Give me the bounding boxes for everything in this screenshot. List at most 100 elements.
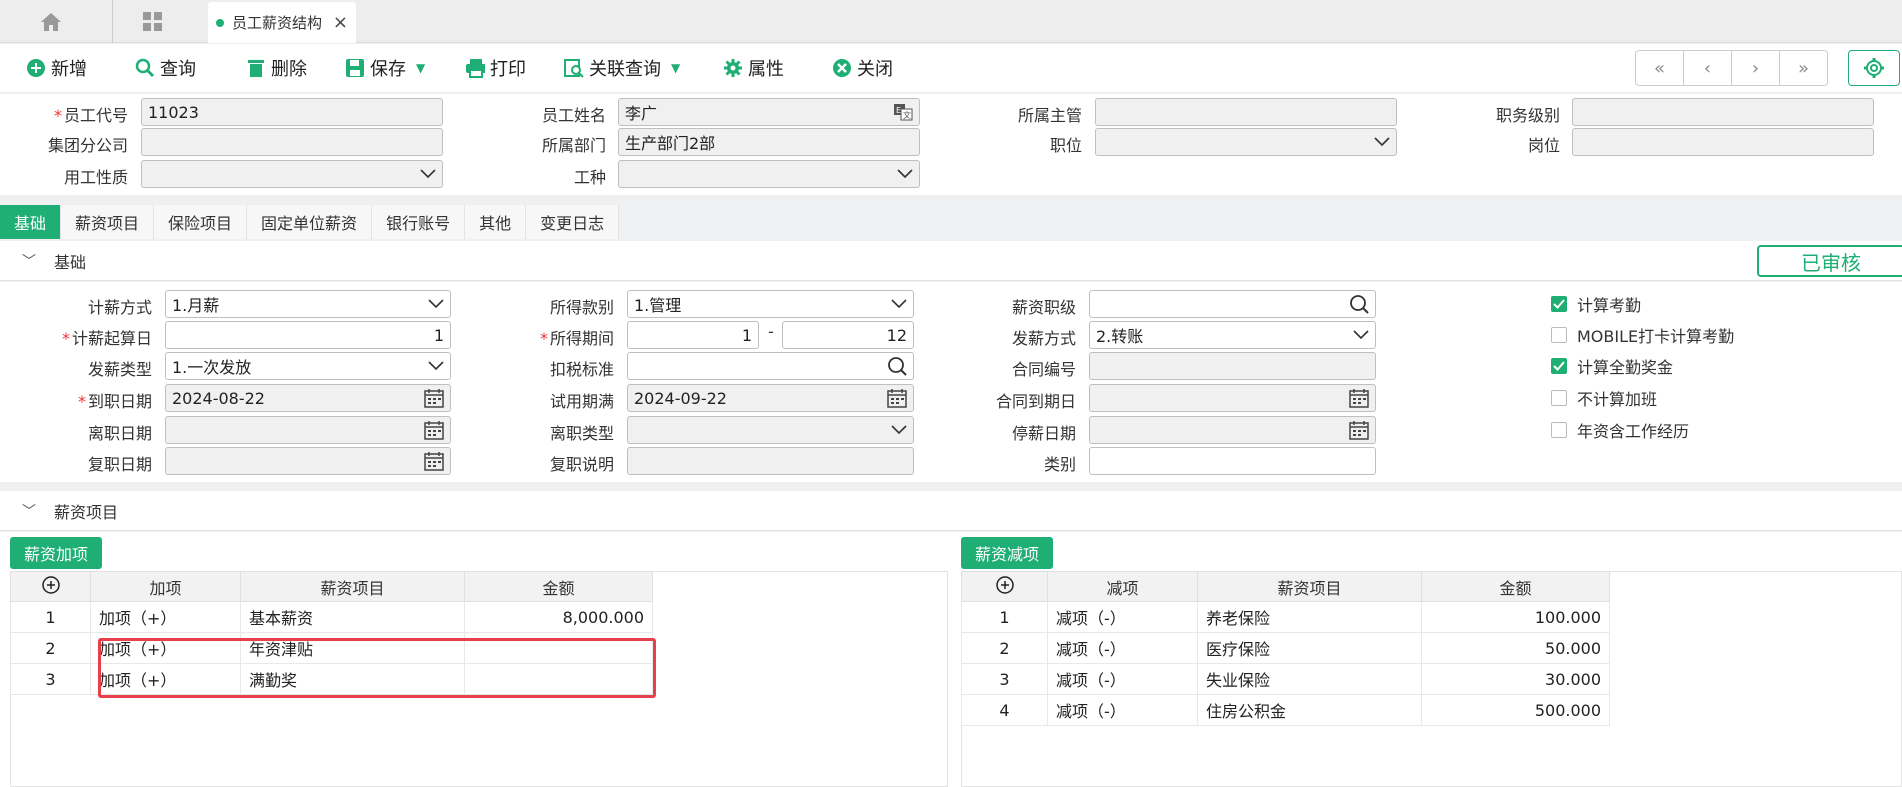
tab-label: 员工薪资结构 [232,14,323,32]
search-button[interactable]: 查询 [135,44,196,92]
calendar-icon[interactable] [424,451,444,471]
leave-date-field[interactable] [165,416,451,444]
branch-field[interactable] [141,128,443,156]
calendar-icon[interactable] [1349,420,1369,440]
table-row[interactable]: 2 减项（-） 医疗保险 50.000 [961,632,1610,664]
table-row[interactable]: 3 加项（+） 满勤奖 [10,663,653,695]
rehire-date-field[interactable] [165,447,451,475]
column-header[interactable]: 金额 [464,571,653,602]
column-header[interactable]: 减项 [1047,571,1198,602]
print-button[interactable]: 打印 [465,44,526,92]
delete-button[interactable]: 删除 [246,44,307,92]
table-row[interactable]: 2 加项（+） 年资津贴 [10,632,653,664]
rehire-note-field[interactable] [627,447,914,475]
calendar-icon[interactable] [424,388,444,408]
pay-type-select[interactable]: 1.一次发放 [165,352,451,380]
table-row[interactable]: 1 减项（-） 养老保险 100.000 [961,601,1610,633]
prev-record-button[interactable]: ‹ [1683,50,1732,86]
tax-std-field[interactable] [627,352,914,380]
related-search-icon [564,58,584,78]
add-items-table: 加项 薪资项目 金额 1 加项（+） 基本薪资 8,000.000 2 加项（+… [10,571,653,695]
plus-circle-icon [26,58,46,78]
add-row-button[interactable] [10,571,91,602]
new-button[interactable]: 新增 [26,44,87,92]
column-header[interactable]: 加项 [90,571,241,602]
first-record-button[interactable]: « [1635,50,1684,86]
chevron-down-icon [428,299,444,309]
income-period-from-field[interactable]: 1 [627,321,759,349]
home-tab[interactable] [16,0,86,43]
position-label: 职位 [1049,136,1082,155]
checkbox-mobile-attendance[interactable]: MOBILE打卡计算考勤 [1551,323,1734,347]
tab-salary-items[interactable]: 薪资项目 [61,205,155,239]
calendar-icon[interactable] [1349,388,1369,408]
period-separator: - [768,322,774,341]
grid-icon [142,11,162,31]
calendar-icon[interactable] [424,420,444,440]
table-row[interactable]: 3 减项（-） 失业保险 30.000 [961,663,1610,695]
chevron-down-icon [1374,137,1390,147]
start-day-field[interactable]: 1 [165,321,451,349]
income-cat-select[interactable]: 1.管理 [627,290,914,318]
emp-name-field[interactable]: 李广 E文 [618,98,920,126]
tab-basic[interactable]: 基础 [0,205,62,239]
search-icon[interactable] [1349,294,1369,314]
manager-field[interactable] [1095,98,1397,126]
apps-tab[interactable] [112,0,192,43]
salary-section-header[interactable]: ﹀ 薪资项目 [0,491,1902,531]
chevron-down-icon[interactable]: ▼ [416,61,425,75]
tab-employee-salary-structure[interactable]: 员工薪资结构 × [208,2,356,43]
calendar-icon[interactable] [887,388,907,408]
contract-no-field[interactable] [1089,352,1376,380]
position-select[interactable] [1095,128,1397,156]
properties-button[interactable]: 属性 [723,44,784,92]
suspend-date-field[interactable] [1089,416,1376,444]
pay-method-select[interactable]: 1.月薪 [165,290,451,318]
tab-insurance[interactable]: 保险项目 [154,205,248,239]
income-period-label: * 所得期间 [539,329,614,348]
emp-type-select[interactable] [141,160,443,188]
category-field[interactable] [1089,447,1376,475]
settings-button[interactable] [1848,50,1900,86]
basic-section-header[interactable]: ﹀ 基础 [0,241,1902,281]
tab-change-log[interactable]: 变更日志 [526,205,620,239]
last-record-button[interactable]: » [1779,50,1828,86]
income-period-to-field[interactable]: 12 [782,321,914,349]
contract-end-field[interactable] [1089,384,1376,412]
emp-code-field[interactable]: 11023 [141,98,443,126]
category-label: 类别 [1043,455,1076,474]
translate-icon[interactable]: E文 [893,103,913,121]
add-items-button[interactable]: 薪资加项 [10,537,103,569]
job-grade-field[interactable] [1572,98,1874,126]
close-tab-icon[interactable]: × [333,12,348,33]
deduction-items-button[interactable]: 薪资减项 [961,537,1054,569]
save-button[interactable]: 保存 ▼ [345,44,425,92]
checkbox-calc-attendance[interactable]: 计算考勤 [1551,292,1641,316]
tab-other[interactable]: 其他 [465,205,527,239]
checkbox-full-attendance-bonus[interactable]: 计算全勤奖金 [1551,354,1673,378]
post-label: 岗位 [1527,136,1560,155]
close-button[interactable]: 关闭 [832,44,893,92]
table-row[interactable]: 4 减项（-） 住房公积金 500.000 [961,694,1610,726]
checkbox-no-overtime[interactable]: 不计算加班 [1551,386,1657,410]
post-field[interactable] [1572,128,1874,156]
work-type-select[interactable] [618,160,920,188]
tab-bank-account[interactable]: 银行账号 [372,205,466,239]
add-row-button[interactable] [961,571,1048,602]
related-query-button[interactable]: 关联查询 ▼ [564,44,680,92]
table-row[interactable]: 1 加项（+） 基本薪资 8,000.000 [10,601,653,633]
column-header[interactable]: 薪资项目 [1197,571,1422,602]
column-header[interactable]: 薪资项目 [240,571,465,602]
probation-field[interactable]: 2024-09-22 [627,384,914,412]
column-header[interactable]: 金额 [1421,571,1610,602]
pay-mode-select[interactable]: 2.转账 [1089,321,1376,349]
search-icon[interactable] [887,356,907,376]
dept-field[interactable]: 生产部门2部 [618,128,920,156]
hire-date-field[interactable]: 2024-08-22 [165,384,451,412]
leave-type-select[interactable] [627,416,914,444]
chevron-down-icon[interactable]: ▼ [671,61,680,75]
tab-fixed-unit-salary[interactable]: 固定单位薪资 [247,205,373,239]
checkbox-seniority-experience[interactable]: 年资含工作经历 [1551,418,1689,442]
salary-grade-field[interactable] [1089,290,1376,318]
next-record-button[interactable]: › [1731,50,1780,86]
